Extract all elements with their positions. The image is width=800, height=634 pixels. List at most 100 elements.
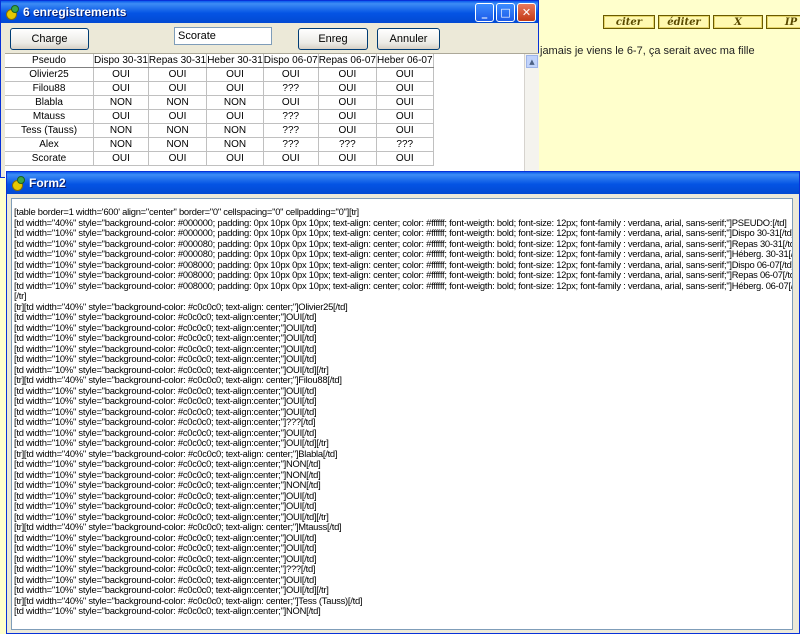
code-line: [td width="40%" style="background-color:… xyxy=(14,217,787,228)
value-cell[interactable]: ??? xyxy=(318,137,377,152)
minimize-icon[interactable]: _ xyxy=(475,2,494,22)
pseudo-cell[interactable]: Scorate xyxy=(5,151,94,166)
app-icon xyxy=(11,176,25,191)
value-cell[interactable]: NON xyxy=(206,137,264,152)
records-window-title: 6 enregistrements xyxy=(23,5,127,19)
table-header-row: Pseudo Dispo 30-31 Repas 30-31 Heber 30-… xyxy=(5,54,434,68)
code-line: [td width="10%" style="background-color:… xyxy=(14,312,317,322)
value-cell[interactable]: OUI xyxy=(148,151,208,166)
pseudo-cell[interactable]: Olivier25 xyxy=(5,67,94,82)
value-cell[interactable]: OUI xyxy=(148,81,208,96)
value-cell[interactable]: NON xyxy=(93,95,149,110)
value-cell[interactable]: OUI xyxy=(93,67,149,82)
form2-titlebar[interactable]: Form2 xyxy=(7,172,799,194)
code-line: [tr][td width="40%" style="background-co… xyxy=(14,595,363,606)
records-window: 6 enregistrements _ □ ✕ Charge Enreg Ann… xyxy=(0,0,539,178)
code-line: [td width="10%" style="background-color:… xyxy=(14,280,792,291)
table-row[interactable]: Blabla NON NON NON OUI OUI OUI xyxy=(5,95,434,110)
value-cell[interactable]: OUI xyxy=(318,109,377,124)
value-cell[interactable]: OUI xyxy=(376,81,434,96)
value-cell[interactable]: OUI xyxy=(206,109,264,124)
value-cell[interactable]: OUI xyxy=(206,67,264,82)
grid-scrollbar[interactable]: ▲ xyxy=(524,54,539,178)
records-table: Pseudo Dispo 30-31 Repas 30-31 Heber 30-… xyxy=(5,54,434,166)
column-header[interactable]: Pseudo xyxy=(5,54,94,68)
table-row[interactable]: Alex NON NON NON????????? xyxy=(5,137,434,152)
value-cell[interactable]: OUI xyxy=(376,67,434,82)
column-header[interactable]: Repas 06-07 xyxy=(318,54,377,68)
value-cell[interactable]: NON xyxy=(93,137,149,152)
value-cell[interactable]: OUI xyxy=(93,109,149,124)
value-cell[interactable]: NON xyxy=(206,123,264,138)
column-header[interactable]: Dispo 06-07 xyxy=(263,54,319,68)
value-cell[interactable]: OUI xyxy=(376,123,434,138)
delete-button[interactable]: X xyxy=(713,15,763,29)
value-cell[interactable]: OUI xyxy=(206,151,264,166)
value-cell[interactable]: ??? xyxy=(376,137,434,152)
code-line: [td width="10%" style="background-color:… xyxy=(14,543,317,553)
records-titlebar[interactable]: 6 enregistrements _ □ ✕ xyxy=(1,1,538,23)
table-row[interactable]: Olivier25 OUI OUI OUI OUI OUI OUI xyxy=(5,67,434,82)
forum-post-message: jamais je viens le 6-7, ça serait avec m… xyxy=(540,45,755,57)
enreg-button[interactable]: Enreg xyxy=(298,28,368,50)
pseudo-cell[interactable]: Mtauss xyxy=(5,109,94,124)
pseudo-cell[interactable]: Alex xyxy=(5,137,94,152)
value-cell[interactable]: NON xyxy=(148,123,208,138)
value-cell[interactable]: OUI xyxy=(318,81,377,96)
column-header[interactable]: Heber 30-31 xyxy=(206,54,264,68)
charge-button[interactable]: Charge xyxy=(10,28,89,50)
value-cell[interactable]: ??? xyxy=(263,81,319,96)
value-cell[interactable]: OUI xyxy=(318,123,377,138)
records-grid[interactable]: Pseudo Dispo 30-31 Repas 30-31 Heber 30-… xyxy=(5,53,539,178)
code-line: [/tr] xyxy=(14,291,27,301)
value-cell[interactable]: NON xyxy=(148,137,208,152)
value-cell[interactable]: OUI xyxy=(263,95,319,110)
pseudo-cell[interactable]: Filou88 xyxy=(5,81,94,96)
table-row[interactable]: Scorate OUI OUI OUI OUI OUI OUI xyxy=(5,151,434,166)
value-cell[interactable]: OUI xyxy=(376,109,434,124)
table-row[interactable]: Tess (Tauss) NON NON NON??? OUI OUI xyxy=(5,123,434,138)
value-cell[interactable]: OUI xyxy=(148,67,208,82)
value-cell[interactable]: NON xyxy=(206,95,264,110)
scroll-up-icon[interactable]: ▲ xyxy=(526,55,538,68)
form2-window-title: Form2 xyxy=(29,176,66,190)
value-cell[interactable]: NON xyxy=(93,123,149,138)
table-row[interactable]: Mtauss OUI OUI OUI??? OUI OUI xyxy=(5,109,434,124)
value-cell[interactable]: OUI xyxy=(93,81,149,96)
code-line: [td width="10%" style="background-color:… xyxy=(14,259,792,270)
ip-button[interactable]: IP xyxy=(766,15,800,29)
table-row[interactable]: Filou88 OUI OUI OUI??? OUI OUI xyxy=(5,81,434,96)
edit-button[interactable]: éditer xyxy=(658,15,710,29)
maximize-icon[interactable]: □ xyxy=(496,2,515,22)
value-cell[interactable]: ??? xyxy=(263,109,319,124)
value-cell[interactable]: OUI xyxy=(206,81,264,96)
code-line: [td width="10%" style="background-color:… xyxy=(14,469,321,480)
code-line: [td width="10%" style="background-color:… xyxy=(14,606,321,616)
value-cell[interactable]: OUI xyxy=(318,95,377,110)
column-header[interactable]: Repas 30-31 xyxy=(148,54,208,68)
value-cell[interactable]: OUI xyxy=(376,95,434,110)
value-cell[interactable]: ??? xyxy=(263,137,319,152)
quote-button[interactable]: citer xyxy=(603,15,655,29)
column-header[interactable]: Dispo 30-31 xyxy=(93,54,149,68)
value-cell[interactable]: OUI xyxy=(263,67,319,82)
forum-post-toolbar: citer éditer X IP xyxy=(603,15,800,31)
pseudo-cell[interactable]: Tess (Tauss) xyxy=(5,123,94,138)
value-cell[interactable]: NON xyxy=(148,95,208,110)
pseudo-input[interactable] xyxy=(174,27,272,45)
annuler-button[interactable]: Annuler xyxy=(377,28,440,50)
code-line: [td width="10%" style="background-color:… xyxy=(14,490,317,501)
column-header[interactable]: Heber 06-07 xyxy=(376,54,434,68)
code-line: [td width="10%" style="background-color:… xyxy=(14,343,317,354)
value-cell[interactable]: OUI xyxy=(318,151,377,166)
value-cell[interactable]: OUI xyxy=(376,151,434,166)
close-icon[interactable]: ✕ xyxy=(517,2,536,22)
value-cell[interactable]: OUI xyxy=(93,151,149,166)
value-cell[interactable]: ??? xyxy=(263,123,319,138)
value-cell[interactable]: OUI xyxy=(263,151,319,166)
code-line: [td width="10%" style="background-color:… xyxy=(14,364,329,375)
value-cell[interactable]: OUI xyxy=(148,109,208,124)
bbcode-output-textarea[interactable]: [table border=1 width='600' align="cente… xyxy=(11,198,793,630)
pseudo-cell[interactable]: Blabla xyxy=(5,95,94,110)
value-cell[interactable]: OUI xyxy=(318,67,377,82)
